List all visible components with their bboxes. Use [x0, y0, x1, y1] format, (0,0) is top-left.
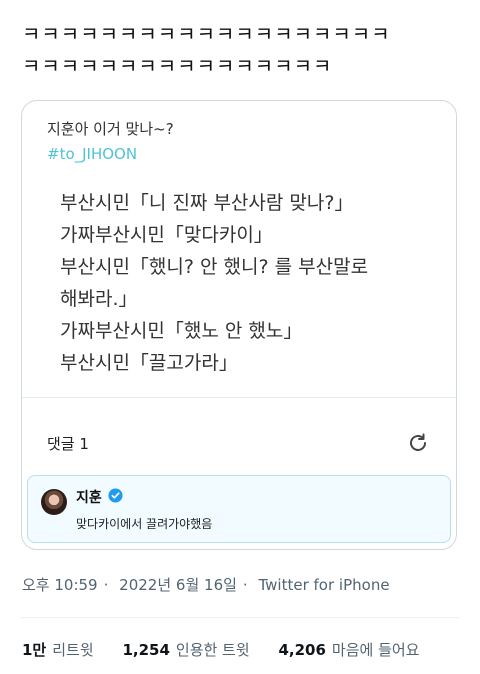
tweet-date[interactable]: 2022년 6월 16일 [119, 576, 237, 594]
card-body: 부산시민「니 진짜 부산사람 맞나?」 가짜부산시민「맞다카이」 부산시민「했니… [60, 187, 368, 379]
retweets-stat[interactable]: 1만 리트윗 [22, 639, 94, 660]
retweets-label: 리트윗 [52, 641, 94, 659]
card-body-line: 가짜부산시민「맞다카이」 [60, 224, 273, 246]
meta-separator: · [242, 576, 248, 594]
tweet-meta: 오후 10:59 · 2022년 6월 16일 · Twitter for iPho… [22, 574, 396, 595]
comment-item[interactable]: 지훈 맞다카이에서 끌려가야했음 [27, 475, 451, 543]
comment-text: 맞다카이에서 끌려가야했음 [76, 517, 213, 531]
quotes-stat[interactable]: 1,254 인용한 트윗 [122, 639, 249, 660]
card-body-line: 가짜부산시민「했노 안 했노」 [60, 320, 303, 342]
card-body-line: 부산시민「했니? 안 했니? 를 부산말로 [60, 256, 369, 278]
refresh-icon[interactable] [406, 431, 430, 455]
tweet-text-line: ㅋㅋㅋㅋㅋㅋㅋㅋㅋㅋㅋㅋㅋㅋㅋㅋㅋㅋㅋ [22, 22, 391, 46]
card-body-line: 해봐라.」 [60, 288, 138, 310]
embedded-card[interactable]: 지훈아 이거 맞나~? #to_JIHOON 부산시민「니 진짜 부산사람 맞나… [21, 100, 457, 550]
quotes-label: 인용한 트윗 [175, 641, 250, 659]
tweet-text: ㅋㅋㅋㅋㅋㅋㅋㅋㅋㅋㅋㅋㅋㅋㅋㅋㅋㅋㅋ ㅋㅋㅋㅋㅋㅋㅋㅋㅋㅋㅋㅋㅋㅋㅋㅋ [22, 18, 462, 82]
tweet-source[interactable]: Twitter for iPhone [258, 576, 389, 594]
meta-separator: · [103, 576, 109, 594]
meta-divider [20, 617, 460, 618]
avatar[interactable] [41, 489, 67, 515]
retweets-count: 1만 [22, 641, 47, 659]
tweet-time[interactable]: 오후 10:59 [22, 576, 98, 594]
card-title: 지훈아 이거 맞나~? [47, 120, 174, 138]
likes-count: 4,206 [278, 641, 326, 659]
card-hashtag[interactable]: #to_JIHOON [47, 145, 137, 163]
card-divider [22, 397, 456, 398]
card-body-line: 부산시민「끌고가라」 [60, 352, 238, 374]
tweet-stats: 1만 리트윗 1,254 인용한 트윗 4,206 마음에 들어요 [22, 639, 443, 660]
quotes-count: 1,254 [122, 641, 170, 659]
comment-author[interactable]: 지훈 [76, 487, 102, 507]
likes-label: 마음에 들어요 [331, 641, 420, 659]
card-body-line: 부산시민「니 진짜 부산사람 맞나?」 [60, 192, 354, 214]
verified-icon [108, 488, 123, 503]
comment-count-label: 댓글 1 [47, 435, 89, 453]
likes-stat[interactable]: 4,206 마음에 들어요 [278, 639, 419, 660]
tweet-text-line: ㅋㅋㅋㅋㅋㅋㅋㅋㅋㅋㅋㅋㅋㅋㅋㅋ [22, 54, 333, 78]
